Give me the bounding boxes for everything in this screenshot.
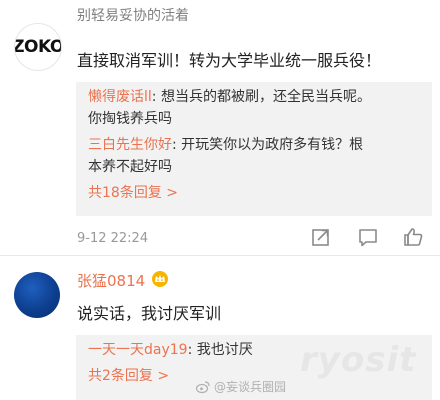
- vip-crown-icon: [151, 270, 169, 288]
- reply-text: : 想当兵的都被刷，还全民当兵呢。: [151, 89, 371, 105]
- divider: [0, 255, 440, 256]
- reply-username[interactable]: 三白先生你好: [88, 137, 172, 153]
- watermark-text: @妄谈兵圈园: [214, 380, 287, 394]
- comment-username[interactable]: 张猛0814: [77, 270, 145, 291]
- comment-timestamp: 9-12 22:24: [77, 231, 149, 246]
- reply-item: 懒得废话ll: 想当兵的都被刷，还全民当兵呢。: [88, 86, 371, 108]
- avatar[interactable]: [14, 272, 60, 318]
- reply-username[interactable]: 一天一天day19: [88, 342, 188, 358]
- reply-text-continuation: 本养不起好吗: [88, 159, 172, 175]
- more-replies-link[interactable]: 共2条回复 >: [88, 365, 169, 387]
- reply-item: 三白先生你好: 开玩笑你以为政府多有钱？根: [88, 134, 363, 156]
- watermark-faded: ryosit: [300, 340, 417, 380]
- reply-text: : 我也讨厌: [187, 342, 253, 358]
- weibo-icon: [195, 380, 210, 394]
- reply-username[interactable]: 懒得废话ll: [88, 89, 152, 105]
- more-replies-link[interactable]: 共18条回复 >: [88, 182, 178, 204]
- comment-username[interactable]: 别轻易妥协的活着: [77, 5, 189, 25]
- reply-item: 一天一天day19: 我也讨厌: [88, 339, 253, 361]
- reply-text-continuation: 你掏钱养兵吗: [88, 111, 172, 127]
- comment-icon[interactable]: [357, 226, 379, 248]
- avatar[interactable]: ZOKO: [14, 23, 62, 71]
- comment-text: 直接取消军训！转为大学毕业统一服兵役！: [77, 51, 382, 70]
- comment-text: 说实话，我讨厌军训: [77, 304, 222, 323]
- avatar-logo-text: ZOKO: [14, 37, 62, 57]
- share-icon[interactable]: [310, 226, 332, 248]
- like-icon[interactable]: [402, 226, 424, 248]
- watermark: @妄谈兵圈园: [195, 378, 287, 395]
- reply-text: : 开玩笑你以为政府多有钱？根: [172, 137, 364, 153]
- reply-thread: 懒得废话ll: 想当兵的都被刷，还全民当兵呢。 你掏钱养兵吗 三白先生你好: 开…: [76, 82, 432, 216]
